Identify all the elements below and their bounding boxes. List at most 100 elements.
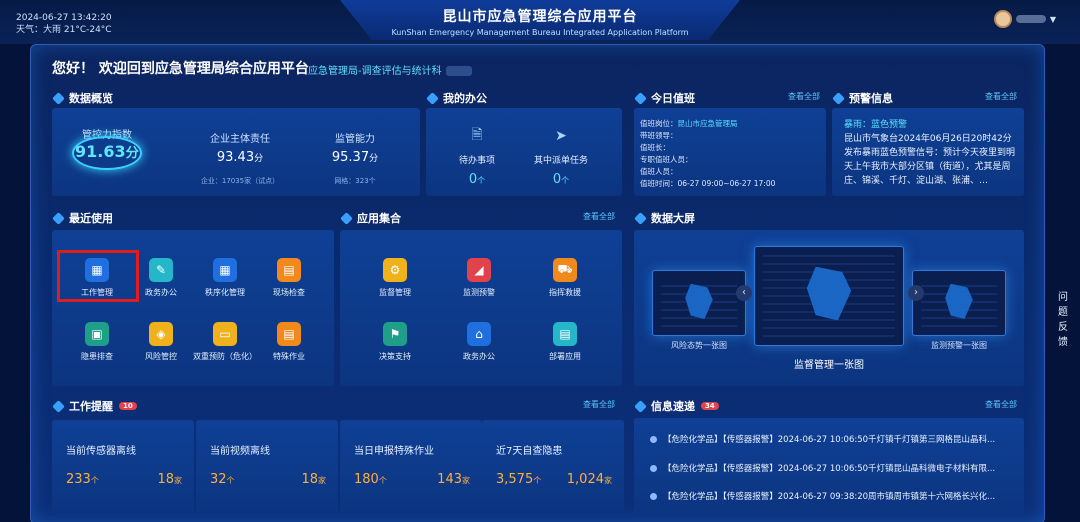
truck-icon: ⛟	[553, 258, 577, 282]
recent-dual-prevention[interactable]: ▭ 双重预防（危化）	[190, 322, 260, 362]
clipboard-icon: ▤	[277, 258, 301, 282]
todo-item[interactable]: 🗎 待办事项 0个	[442, 124, 512, 187]
diamond-icon	[832, 91, 845, 105]
screen-monitor-label: 监测预警一张图	[931, 341, 987, 350]
diamond-icon	[634, 91, 647, 105]
app-gov-office[interactable]: ⌂ 政务办公	[444, 322, 514, 362]
enterprise-label: 企业主体责任	[210, 134, 270, 145]
app-deploy[interactable]: ▤ 部署应用	[530, 322, 600, 362]
supervise-label: 监管能力	[335, 134, 375, 145]
section-office: 我的办公	[426, 90, 487, 106]
apps-panel	[340, 230, 622, 386]
edit-icon: ✎	[149, 258, 173, 282]
section-duty: 今日值班	[634, 90, 695, 106]
highlight-box	[57, 250, 139, 302]
warning-text: 昆山市气象台2024年06月26日20时42分发布暴雨蓝色预警信号：预计今天夜里…	[844, 134, 1016, 186]
chevron-down-icon[interactable]: ▼	[1050, 15, 1056, 24]
document-icon: 🗎	[471, 127, 483, 143]
task-item[interactable]: ➤ 其中派单任务 0个	[526, 124, 596, 187]
diamond-icon	[634, 211, 647, 225]
shield-icon: ◈	[149, 322, 173, 346]
app-supervision[interactable]: ⚙ 监督管理	[360, 258, 430, 298]
app-title: 昆山市应急管理综合应用平台	[442, 9, 638, 25]
document-icon: ▤	[553, 322, 577, 346]
section-overview: 数据概览	[52, 90, 113, 106]
recent-hazard-check[interactable]: ▣ 隐患排查	[62, 322, 132, 362]
duty-view-all[interactable]: 查看全部	[788, 91, 820, 102]
diamond-icon	[52, 399, 65, 413]
reminder-card[interactable]: 当日申报特殊作业 180个 143家	[340, 420, 482, 512]
warning-view-all[interactable]: 查看全部	[985, 91, 1017, 102]
greeting: 您好！ 欢迎回到应急管理局综合应用平台	[52, 61, 309, 77]
diamond-icon	[426, 91, 439, 105]
weather: 天气：大雨 21°C-24°C	[16, 25, 112, 35]
screen-supervision-label: 监督管理一张图	[794, 360, 864, 371]
user-menu[interactable]: ▼	[993, 10, 1056, 28]
datetime-weather: 2024-06-27 13:42:20 天气：大雨 21°C-24°C	[16, 12, 112, 36]
section-bigscreen: 数据大屏	[634, 210, 695, 226]
diamond-icon	[340, 211, 353, 225]
send-icon: ➤	[555, 128, 567, 144]
screen-monitor[interactable]	[912, 270, 1006, 336]
section-reminders: 工作提醒 10	[52, 398, 137, 414]
gear-icon: ⚙	[383, 258, 407, 282]
diamond-icon	[634, 399, 647, 413]
section-apps: 应用集合	[340, 210, 401, 226]
task-label: 其中派单任务	[533, 156, 588, 166]
next-arrow-icon[interactable]: ›	[908, 285, 924, 301]
warning-type: 暴雨：蓝色预警	[844, 120, 908, 130]
reminders-badge: 10	[119, 402, 137, 410]
app-command-rescue[interactable]: ⛟ 指挥救援	[530, 258, 600, 298]
building-icon: ⌂	[467, 322, 491, 346]
department: 应急管理局-调查评估与统计科	[308, 62, 472, 77]
news-item[interactable]: 【危险化学品】【传感器报警】2024-06-27 09:38:20周市镇周市镇第…	[650, 490, 1010, 502]
enterprise-sub: 企业：17035家（试点）	[200, 177, 280, 185]
warning-info[interactable]: 暴雨：蓝色预警 昆山市气象台2024年06月26日20时42分发布暴雨蓝色预警信…	[844, 118, 1020, 188]
datetime: 2024-06-27 13:42:20	[16, 13, 112, 23]
bullet-icon	[650, 465, 657, 472]
supervise-value: 95.37分	[331, 150, 379, 165]
recent-order-management[interactable]: ▦ 秩序化管理	[190, 258, 260, 298]
recent-special-work[interactable]: ▤ 特殊作业	[254, 322, 324, 362]
bullet-icon	[650, 493, 657, 500]
todo-label: 待办事项	[458, 156, 495, 166]
reminder-card[interactable]: 近7天自查隐患 3,575个 1,024家	[482, 420, 624, 512]
avatar[interactable]	[993, 10, 1012, 28]
enterprise-value: 93.43分	[216, 150, 264, 165]
prev-arrow-icon[interactable]: ‹	[736, 285, 752, 301]
news-item[interactable]: 【危险化学品】【传感器报警】2024-06-27 10:06:50千灯镇千灯镇第…	[650, 433, 1010, 445]
section-news: 信息速递 34	[634, 398, 719, 414]
app-decision[interactable]: ⚑ 决策支持	[360, 322, 430, 362]
todo-value: 0个	[468, 172, 486, 187]
news-item[interactable]: 【危险化学品】【传感器报警】2024-06-27 10:06:50千灯镇昆山晶科…	[650, 462, 1010, 474]
bullet-icon	[650, 436, 657, 443]
apps-view-all[interactable]: 查看全部	[583, 211, 615, 222]
control-value: 91.63分	[75, 142, 139, 161]
screen-supervision[interactable]	[754, 246, 904, 346]
recent-risk-control[interactable]: ◈ 风险管控	[126, 322, 196, 362]
reminder-card[interactable]: 当前传感器离线 233个 18家	[52, 420, 194, 512]
news-badge: 34	[701, 402, 719, 410]
screen-risk-label: 风险态势一张图	[671, 341, 727, 350]
calendar-icon: ▣	[85, 322, 109, 346]
flag-icon: ⚑	[383, 322, 407, 346]
feedback-button[interactable]: 问题反馈	[1056, 290, 1070, 350]
section-recent: 最近使用	[52, 210, 113, 226]
app-monitoring[interactable]: ◢ 监测预警	[444, 258, 514, 298]
reminder-card[interactable]: 当前视频离线 32个 18家	[196, 420, 338, 512]
recent-site-inspection[interactable]: ▤ 现场检查	[254, 258, 324, 298]
chat-icon: ▭	[213, 322, 237, 346]
news-view-all[interactable]: 查看全部	[985, 399, 1017, 410]
clipboard-icon: ▤	[277, 322, 301, 346]
title-plate: 昆山市应急管理综合应用平台 KunShan Emergency Manageme…	[340, 0, 740, 40]
user-name-blurred	[1015, 15, 1046, 23]
supervise-sub: 网格：323个	[334, 177, 376, 185]
diamond-icon	[52, 91, 65, 105]
screen-risk[interactable]	[652, 270, 746, 336]
diamond-icon	[52, 211, 65, 225]
reminders-view-all[interactable]: 查看全部	[583, 399, 615, 410]
grid-icon: ▦	[213, 258, 237, 282]
task-value: 0个	[552, 172, 570, 187]
duty-info: 值班岗位：昆山市应急管理局 带班领导： 值班长： 专职值班人员： 值班人员： 值…	[640, 119, 776, 188]
section-warning: 预警信息	[832, 90, 893, 106]
